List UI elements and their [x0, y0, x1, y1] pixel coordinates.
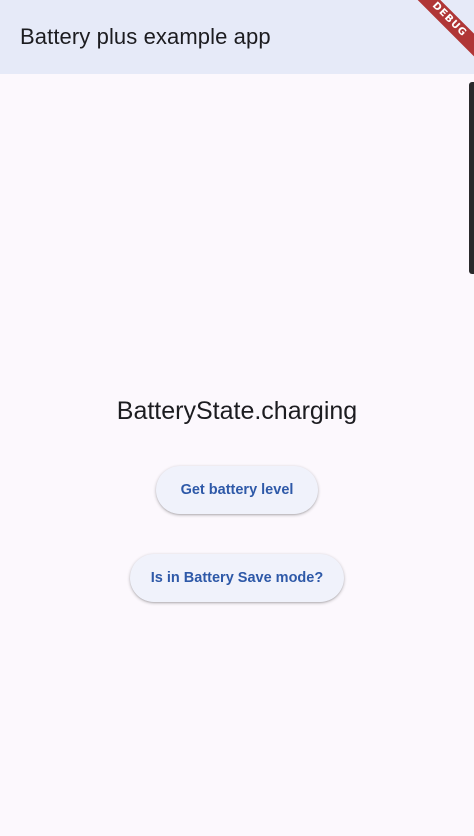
battery-state-text: BatteryState.charging: [116, 397, 358, 425]
app-bar: Battery plus example app: [0, 0, 474, 74]
app-title: Battery plus example app: [20, 24, 271, 49]
get-battery-level-button[interactable]: Get battery level: [156, 466, 318, 514]
battery-save-mode-button[interactable]: Is in Battery Save mode?: [130, 554, 344, 602]
scrollbar[interactable]: [469, 82, 474, 274]
